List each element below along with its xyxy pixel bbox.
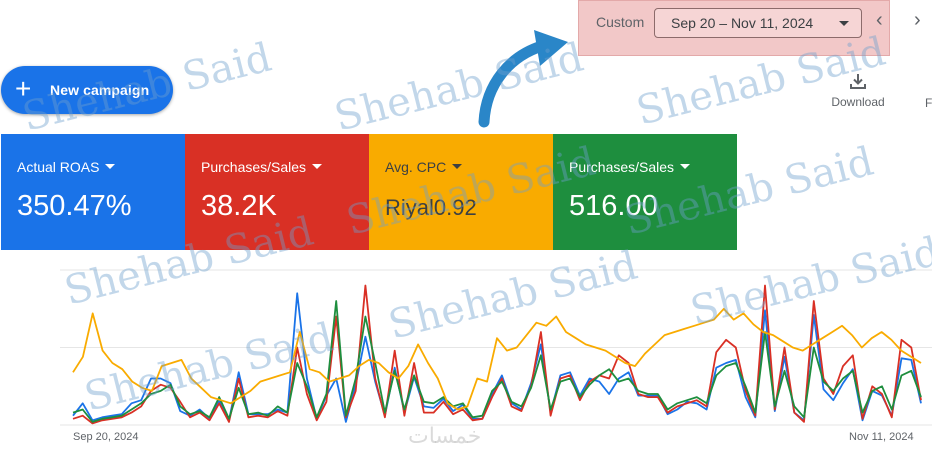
scorecard-metric-label: Purchases/Sales (569, 159, 675, 175)
scorecard-avg-cpc[interactable]: Avg. CPC Riyal0.92 (369, 134, 553, 250)
scorecard-metric-label: Avg. CPC (385, 159, 447, 175)
caret-down-icon (312, 164, 323, 169)
caret-down-icon (839, 21, 849, 26)
new-campaign-label: New campaign (50, 82, 150, 98)
chevron-left-icon[interactable]: ‹ (876, 8, 883, 32)
scorecard-actual-roas[interactable]: Actual ROAS 350.47% (1, 134, 185, 250)
scorecard-metric-dropdown[interactable]: Actual ROAS (17, 159, 116, 175)
scorecard-value: Riyal0.92 (385, 195, 477, 220)
date-range-bar: Custom Sep 20 – Nov 11, 2024 (578, 0, 890, 56)
scorecard-metric-dropdown[interactable]: Purchases/Sales (569, 159, 691, 175)
scorecard-metric-label: Actual ROAS (17, 159, 100, 175)
date-range-value: Sep 20 – Nov 11, 2024 (671, 15, 814, 31)
x-axis-end-label: Nov 11, 2024 (849, 431, 914, 443)
date-range-select[interactable]: Sep 20 – Nov 11, 2024 (654, 8, 862, 38)
caret-down-icon (105, 164, 116, 169)
scorecard-metric-dropdown[interactable]: Purchases/Sales (201, 159, 323, 175)
new-campaign-button[interactable]: + New campaign (1, 66, 173, 114)
download-label: Download (831, 95, 885, 109)
caret-down-icon (452, 164, 463, 169)
date-range-label: Custom (596, 14, 645, 30)
chevron-right-icon[interactable]: › (914, 8, 921, 32)
caret-down-icon (680, 164, 691, 169)
download-icon (850, 74, 866, 89)
x-axis-start-label: Sep 20, 2024 (73, 431, 139, 443)
scorecard-purchases-sales[interactable]: Purchases/Sales 38.2K (185, 134, 369, 250)
scorecard-purchases-sales-count[interactable]: Purchases/Sales 516.00 (553, 134, 737, 250)
scorecard-metric-dropdown[interactable]: Avg. CPC (385, 159, 463, 175)
series-line-2 (72, 300, 922, 423)
series-line-3 (72, 307, 922, 411)
scorecard-value: 516.00 (569, 190, 658, 222)
scorecard-value: 38.2K (201, 190, 277, 222)
scorecard-metric-label: Purchases/Sales (201, 159, 307, 175)
truncated-toolbar-label[interactable]: F (925, 96, 932, 110)
performance-line-chart (60, 269, 932, 426)
scorecard-value: 350.47% (17, 190, 132, 222)
annotation-arrow (478, 30, 568, 128)
download-button[interactable]: Download (826, 72, 890, 109)
plus-icon: + (15, 73, 32, 104)
